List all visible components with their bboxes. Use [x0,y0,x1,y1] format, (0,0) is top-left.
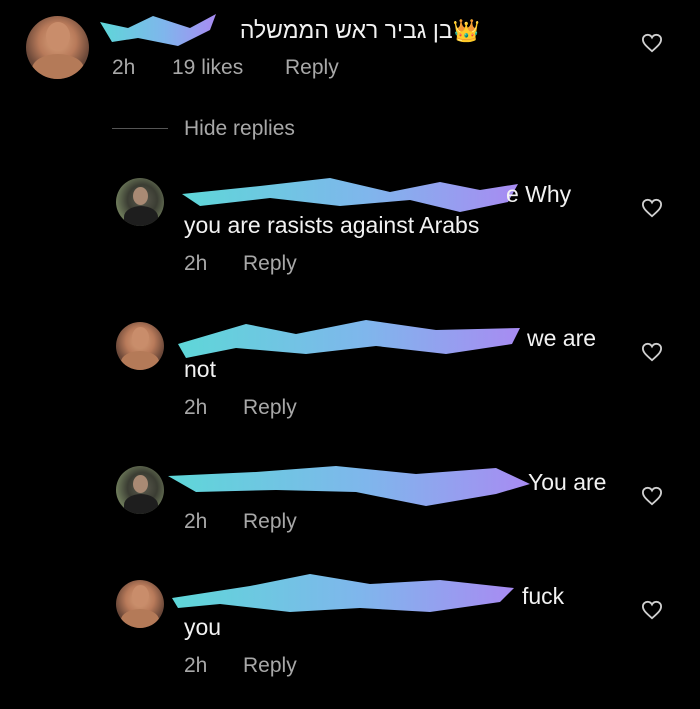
redaction-scribble [168,466,530,506]
reply-3-avatar[interactable] [116,466,164,514]
top-comment-time: 2h [112,56,136,79]
reply-3-reply-button[interactable]: Reply [243,510,297,534]
top-comment-text: 👑בן גביר ראש הממשלה [239,17,480,43]
redaction-scribble [100,14,216,46]
reply-4-text-line2: you [184,614,222,640]
heart-outline-icon[interactable] [641,486,663,506]
reply-3-time: 2h [184,510,208,533]
redaction-scribble [178,320,520,358]
heart-outline-icon[interactable] [641,600,663,620]
reply-1-text-line2: you are rasists against Arabs [184,212,480,238]
heart-outline-icon[interactable] [641,198,663,218]
reply-4-time: 2h [184,654,208,677]
top-comment-reply-button[interactable]: Reply [285,56,339,80]
reply-4-text-line1: fuck [522,583,565,609]
reply-4-avatar[interactable] [116,580,164,628]
hide-replies-button[interactable]: Hide replies [184,117,295,141]
reply-1-avatar[interactable] [116,178,164,226]
redaction-scribble [172,574,514,612]
reply-2-avatar[interactable] [116,322,164,370]
reply-2-text-line2: not [184,356,216,382]
reply-4-reply-button[interactable]: Reply [243,654,297,678]
reply-2-text-line1: we are [527,325,597,351]
crown-emoji: 👑 [452,18,480,43]
top-comment-avatar[interactable] [26,16,89,79]
reply-2-reply-button[interactable]: Reply [243,396,297,420]
reply-1-time: 2h [184,252,208,275]
reply-1-reply-button[interactable]: Reply [243,252,297,276]
reply-2-time: 2h [184,396,208,419]
reply-3-text-line1: You are [528,469,607,495]
heart-outline-icon[interactable] [641,342,663,362]
thread-divider [112,128,168,129]
top-comment-likes[interactable]: 19 likes [172,56,243,80]
heart-outline-icon[interactable] [641,33,663,53]
reply-1-text-line1: e Why [506,181,572,207]
